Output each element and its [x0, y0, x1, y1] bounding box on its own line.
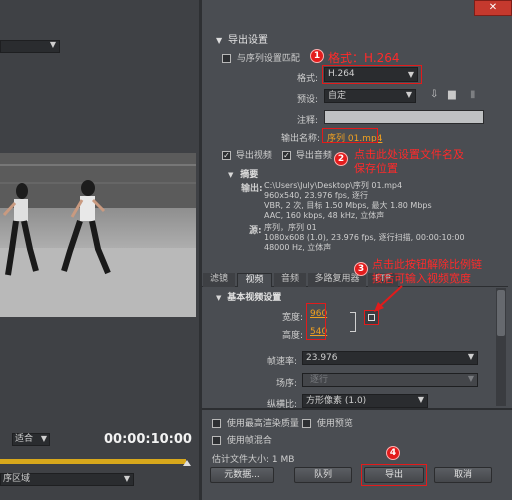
summary-header[interactable]: ▼ 摘要	[228, 167, 258, 180]
close-button[interactable]: ✕	[474, 0, 512, 16]
output-name-highlight	[322, 128, 378, 143]
framerate-dropdown[interactable]: 23.976 ▼	[302, 351, 478, 365]
frame-blend-checkbox[interactable]: 使用帧混合	[212, 433, 272, 446]
scrollbar-thumb[interactable]	[497, 290, 505, 336]
estimated-filesize: 估计文件大小: 1 MB	[212, 455, 295, 465]
triangle-down-icon: ▼	[216, 36, 223, 45]
metadata-button[interactable]: 元数据...	[210, 467, 274, 483]
checkbox[interactable]	[212, 419, 221, 428]
chevron-down-icon: ▼	[49, 40, 56, 49]
triangle-down-icon: ▼	[216, 294, 222, 302]
preset-dropdown[interactable]: 自定 ▼	[324, 89, 416, 103]
close-icon: ✕	[488, 2, 498, 13]
timeline-end-marker[interactable]	[183, 460, 191, 466]
format-label: 格式:	[297, 74, 319, 84]
height-label: 高度:	[282, 331, 304, 341]
chevron-down-icon: ▼	[123, 474, 130, 483]
annotation-marker-3: 3	[354, 262, 368, 276]
annotation-arrow-3	[374, 285, 403, 312]
summary-source-lines: 序列，序列 01 1080x608 (1.0), 23.976 fps, 逐行扫…	[264, 223, 465, 252]
comment-input[interactable]	[324, 110, 484, 124]
chain-link-icon	[368, 314, 375, 321]
checkbox[interactable]	[212, 436, 221, 445]
dimensions-highlight	[306, 303, 326, 340]
annotation-marker-4: 4	[386, 446, 400, 460]
output-name-label: 输出名称:	[281, 134, 321, 144]
chevron-down-icon: ▼	[40, 434, 47, 443]
preset-label: 预设:	[297, 95, 319, 105]
link-bracket	[350, 312, 356, 332]
tab-audio[interactable]: 音频	[274, 273, 306, 287]
aspect-dropdown[interactable]: 方形像素 (1.0) ▼	[302, 394, 428, 408]
bottom-separator	[202, 408, 512, 410]
comment-label: 注释:	[297, 116, 319, 126]
use-preview-checkbox[interactable]: 使用预览	[302, 416, 353, 429]
format-highlight	[322, 65, 422, 84]
basic-video-header[interactable]: ▼ 基本视频设置	[216, 290, 281, 303]
triangle-down-icon: ▼	[228, 171, 234, 179]
tab-video[interactable]: 视频	[237, 273, 272, 287]
timecode-display: 00:00:10:00	[104, 432, 192, 447]
annotation-text-2b: 保存位置	[354, 162, 398, 175]
dancer-figures	[0, 153, 196, 317]
export-button-highlight	[361, 464, 427, 486]
summary-output-key: 输出:	[241, 184, 263, 194]
preview-dropdown[interactable]: ▼	[0, 40, 60, 53]
import-preset-icon[interactable]: ▆	[448, 90, 462, 101]
summary-source-key: 源:	[249, 226, 262, 236]
max-render-checkbox[interactable]: 使用最高渲染质量	[212, 416, 299, 429]
summary-output-lines: C:\Users\July\Desktop\序列 01.mp4 960x540,…	[264, 181, 432, 220]
width-label: 宽度:	[282, 313, 304, 323]
export-settings-header[interactable]: ▼ 导出设置	[216, 31, 268, 46]
annotation-marker-1: 1	[310, 49, 324, 63]
match-sequence-checkbox[interactable]: 与序列设置匹配	[222, 51, 300, 64]
chevron-down-icon: ▼	[405, 90, 412, 99]
export-audio-checkbox[interactable]: ✓ 导出音频	[282, 148, 332, 161]
fit-dropdown[interactable]: 适合 ▼	[12, 433, 50, 446]
export-video-checkbox[interactable]: ✓ 导出视频	[222, 148, 272, 161]
delete-preset-icon[interactable]: ▮	[470, 90, 480, 101]
video-preview	[0, 153, 196, 317]
timeline-bar[interactable]	[0, 459, 186, 464]
checkmark-icon[interactable]: ✓	[282, 151, 291, 160]
field-order-label: 场序:	[276, 379, 298, 389]
left-toolbar	[0, 0, 200, 36]
checkmark-icon[interactable]: ✓	[222, 151, 231, 160]
chevron-down-icon: ▼	[467, 352, 474, 361]
source-range-dropdown[interactable]: 序区域 ▼	[0, 473, 134, 486]
framerate-label: 帧速率:	[267, 357, 298, 367]
checkbox[interactable]	[302, 419, 311, 428]
chevron-down-icon: ▼	[467, 374, 474, 383]
checkbox[interactable]	[222, 54, 231, 63]
save-preset-icon[interactable]: ⇩	[430, 90, 442, 101]
chevron-down-icon: ▼	[417, 395, 424, 404]
cancel-button[interactable]: 取消	[434, 467, 492, 483]
annotation-marker-2: 2	[334, 152, 348, 166]
vertical-scrollbar[interactable]	[496, 288, 506, 406]
annotation-text-1: 格式：H.264	[328, 51, 400, 65]
tab-filters[interactable]: 滤镜	[203, 273, 235, 287]
field-order-dropdown[interactable]: 逐行 ▼	[302, 373, 478, 387]
queue-button[interactable]: 队列	[294, 467, 352, 483]
